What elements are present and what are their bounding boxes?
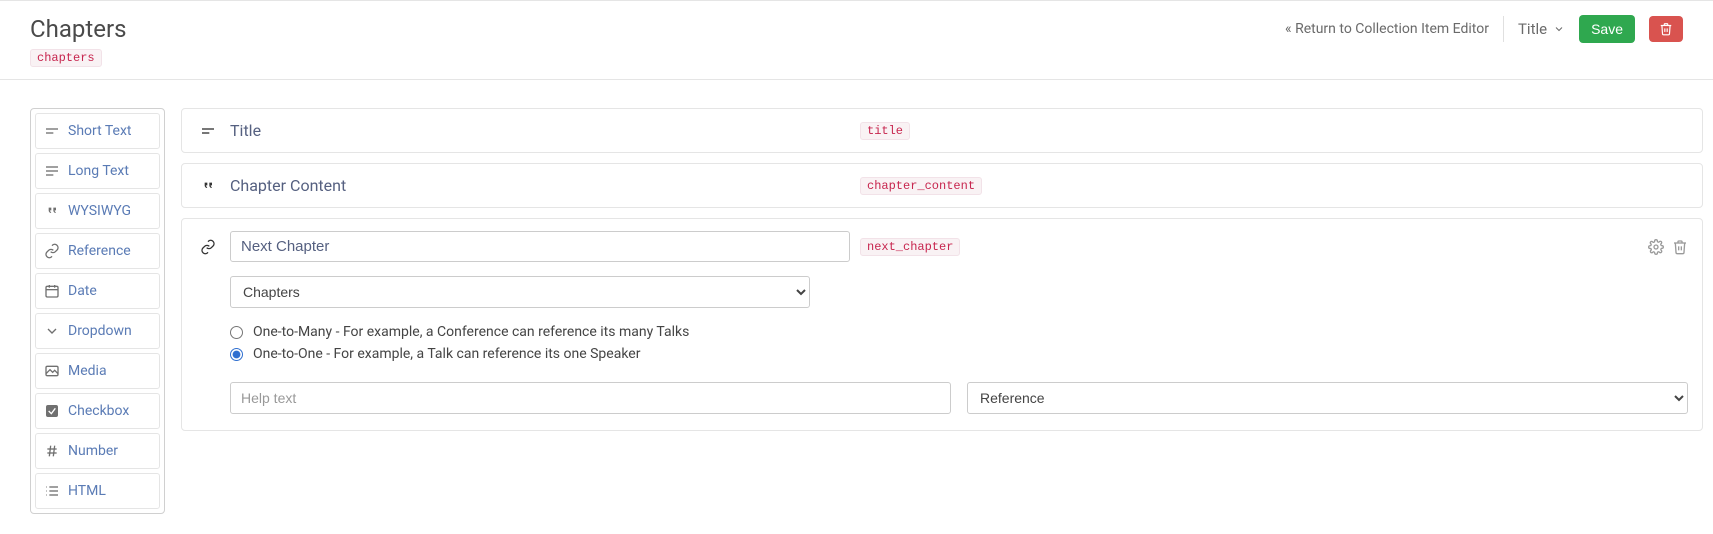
- help-text-input[interactable]: [230, 382, 951, 414]
- field-name-input[interactable]: [230, 231, 850, 262]
- sidebar-item-dropdown[interactable]: Dropdown: [35, 313, 160, 349]
- sidebar-item-label: HTML: [68, 483, 106, 499]
- radio-label: One-to-One - For example, a Talk can ref…: [253, 346, 640, 362]
- page-title: Chapters: [30, 15, 126, 43]
- sidebar-item-label: Date: [68, 283, 97, 299]
- field-row-title[interactable]: Title title: [181, 108, 1703, 153]
- field-slug: next_chapter: [860, 238, 960, 256]
- calendar-icon: [44, 283, 60, 299]
- sidebar-item-long-text[interactable]: Long Text: [35, 153, 160, 189]
- collection-slug: chapters: [30, 49, 102, 67]
- sidebar-item-html[interactable]: HTML: [35, 473, 160, 509]
- sidebar-item-label: Number: [68, 443, 118, 459]
- sidebar-item-media[interactable]: Media: [35, 353, 160, 389]
- radio-label: One-to-Many - For example, a Conference …: [253, 324, 689, 340]
- divider: [1503, 16, 1504, 42]
- sidebar-item-label: Checkbox: [68, 403, 129, 419]
- field-slug: chapter_content: [860, 177, 982, 195]
- field-type-sidebar: Short Text Long Text WYSIWYG Reference D…: [30, 108, 165, 514]
- radio-one-to-one[interactable]: One-to-One - For example, a Talk can ref…: [230, 346, 1688, 362]
- field-label: Title: [230, 121, 850, 140]
- quote-icon: [44, 203, 60, 219]
- sidebar-item-checkbox[interactable]: Checkbox: [35, 393, 160, 429]
- title-dropdown-label: Title: [1518, 20, 1547, 38]
- short-text-icon: [196, 123, 220, 139]
- radio-one-to-many[interactable]: One-to-Many - For example, a Conference …: [230, 324, 1688, 340]
- list-icon: [44, 483, 60, 499]
- field-row-next-chapter: next_chapter Chapters: [181, 218, 1703, 431]
- chevron-down-icon: [1553, 23, 1565, 35]
- sidebar-item-date[interactable]: Date: [35, 273, 160, 309]
- sidebar-item-label: Reference: [68, 243, 131, 259]
- gear-icon[interactable]: [1648, 239, 1664, 255]
- sidebar-item-number[interactable]: Number: [35, 433, 160, 469]
- sidebar-item-short-text[interactable]: Short Text: [35, 113, 160, 149]
- sidebar-item-wysiwyg[interactable]: WYSIWYG: [35, 193, 160, 229]
- sidebar-item-label: Media: [68, 363, 107, 379]
- long-text-icon: [44, 163, 60, 179]
- chevron-down-icon: [44, 323, 60, 339]
- sidebar-item-reference[interactable]: Reference: [35, 233, 160, 269]
- return-link[interactable]: « Return to Collection Item Editor: [1285, 21, 1489, 37]
- save-button[interactable]: Save: [1579, 15, 1635, 43]
- sidebar-item-label: Long Text: [68, 163, 129, 179]
- link-icon: [196, 239, 220, 255]
- radio-one-to-one-input[interactable]: [230, 348, 243, 361]
- quote-icon: [196, 178, 220, 194]
- delete-button[interactable]: [1649, 16, 1683, 42]
- link-icon: [44, 243, 60, 259]
- sidebar-item-label: Short Text: [68, 123, 132, 139]
- short-text-icon: [44, 123, 60, 139]
- image-icon: [44, 363, 60, 379]
- trash-icon[interactable]: [1672, 239, 1688, 255]
- sidebar-item-label: WYSIWYG: [68, 203, 131, 219]
- title-dropdown[interactable]: Title: [1518, 20, 1565, 38]
- checkbox-icon: [44, 403, 60, 419]
- radio-one-to-many-input[interactable]: [230, 326, 243, 339]
- field-slug: title: [860, 122, 910, 140]
- hash-icon: [44, 443, 60, 459]
- reference-collection-select[interactable]: Chapters: [230, 276, 810, 308]
- field-row-chapter-content[interactable]: Chapter Content chapter_content: [181, 163, 1703, 208]
- trash-icon: [1659, 22, 1673, 36]
- field-type-select[interactable]: Reference: [967, 382, 1688, 414]
- sidebar-item-label: Dropdown: [68, 323, 132, 339]
- field-label: Chapter Content: [230, 176, 850, 195]
